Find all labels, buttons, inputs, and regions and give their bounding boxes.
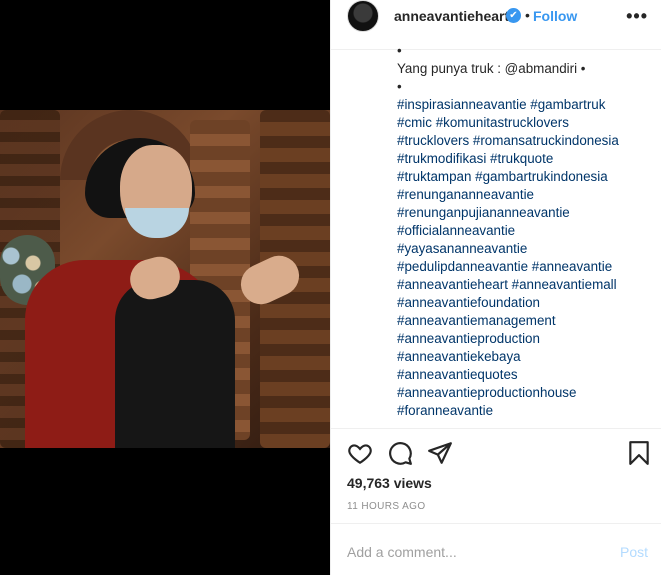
hashtag-line[interactable]: #anneavantieproduction (397, 330, 657, 348)
hashtag-line[interactable]: #yayasananneavantie (397, 240, 657, 258)
comment-icon[interactable] (387, 440, 413, 466)
avatar[interactable] (347, 0, 379, 32)
view-count[interactable]: 49,763 views (347, 475, 432, 491)
post-timestamp: 11 HOURS AGO (347, 501, 426, 512)
post-video[interactable] (0, 110, 330, 448)
username[interactable]: anneavantieheart (394, 8, 509, 24)
caption: • Yang punya truk : @abmandiri • • #inspira… (397, 42, 657, 420)
woman-speaking (25, 138, 306, 448)
more-options-icon[interactable]: ••• (626, 6, 648, 27)
hashtag-line[interactable]: #truktampan #gambartrukindonesia (397, 168, 657, 186)
hashtag-line[interactable]: #anneavantiekebaya (397, 348, 657, 366)
post-details-panel: anneavantieheart ✔ • Follow ••• • Yang pu… (330, 0, 661, 575)
comment-input[interactable] (347, 543, 597, 561)
hashtag-line[interactable]: #anneavantiemanagement (397, 312, 657, 330)
hashtag-line[interactable]: #cmic #komunitastrucklovers (397, 114, 657, 132)
hashtag-line[interactable]: #foranneavantie (397, 402, 657, 420)
bookmark-icon[interactable] (626, 440, 652, 466)
divider (331, 523, 661, 524)
black-dress (115, 280, 235, 448)
divider (331, 428, 661, 429)
media-panel (0, 0, 330, 575)
caption-line: • (397, 43, 402, 58)
caption-line: • (397, 79, 402, 94)
hashtag-line[interactable]: #anneavantieproductionhouse (397, 384, 657, 402)
hashtag-line[interactable]: #inspirasianneavantie #gambartruk (397, 96, 657, 114)
hashtag-line[interactable]: #trucklovers #romansatruckindonesia (397, 132, 657, 150)
hashtag-line[interactable]: #anneavantiefoundation (397, 294, 657, 312)
hashtag-line[interactable]: #pedulipdanneavantie #anneavantie (397, 258, 657, 276)
hashtag-line[interactable]: #anneavantiequotes (397, 366, 657, 384)
header-separator: • (525, 7, 530, 23)
hashtag-line[interactable]: #trukmodifikasi #trukquote (397, 150, 657, 168)
hashtag-line[interactable]: #renunganpujiananneavantie (397, 204, 657, 222)
post-comment-button[interactable]: Post (620, 544, 648, 560)
caption-line: Yang punya truk : @abmandiri • (397, 61, 586, 76)
verified-badge-icon: ✔ (506, 8, 521, 23)
heart-icon[interactable] (347, 440, 373, 466)
hashtag-line[interactable]: #officialanneavantie (397, 222, 657, 240)
follow-button[interactable]: Follow (533, 8, 577, 24)
share-icon[interactable] (427, 440, 453, 466)
hashtag-line[interactable]: #renungananneavantie (397, 186, 657, 204)
face-mask (125, 208, 189, 238)
hashtag-line[interactable]: #anneavantieheart #anneavantiemall (397, 276, 657, 294)
